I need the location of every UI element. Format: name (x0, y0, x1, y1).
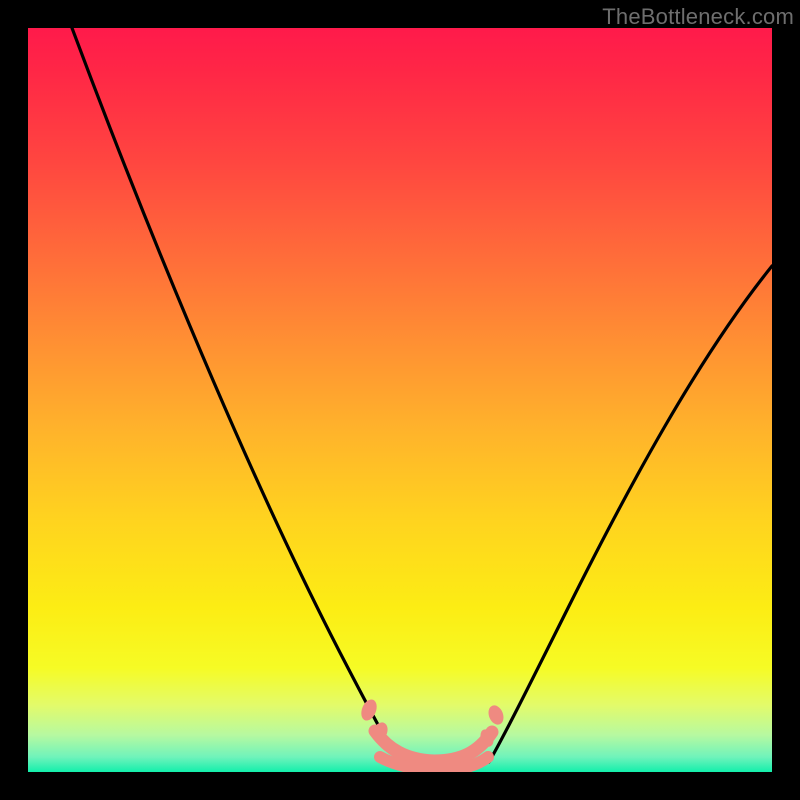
left-curve (72, 28, 395, 755)
right-nodule-1 (486, 703, 506, 727)
chart-frame: TheBottleneck.com (0, 0, 800, 800)
right-curve (489, 266, 772, 762)
chart-svg (28, 28, 772, 772)
plot-area (28, 28, 772, 772)
watermark-text: TheBottleneck.com (602, 4, 794, 30)
